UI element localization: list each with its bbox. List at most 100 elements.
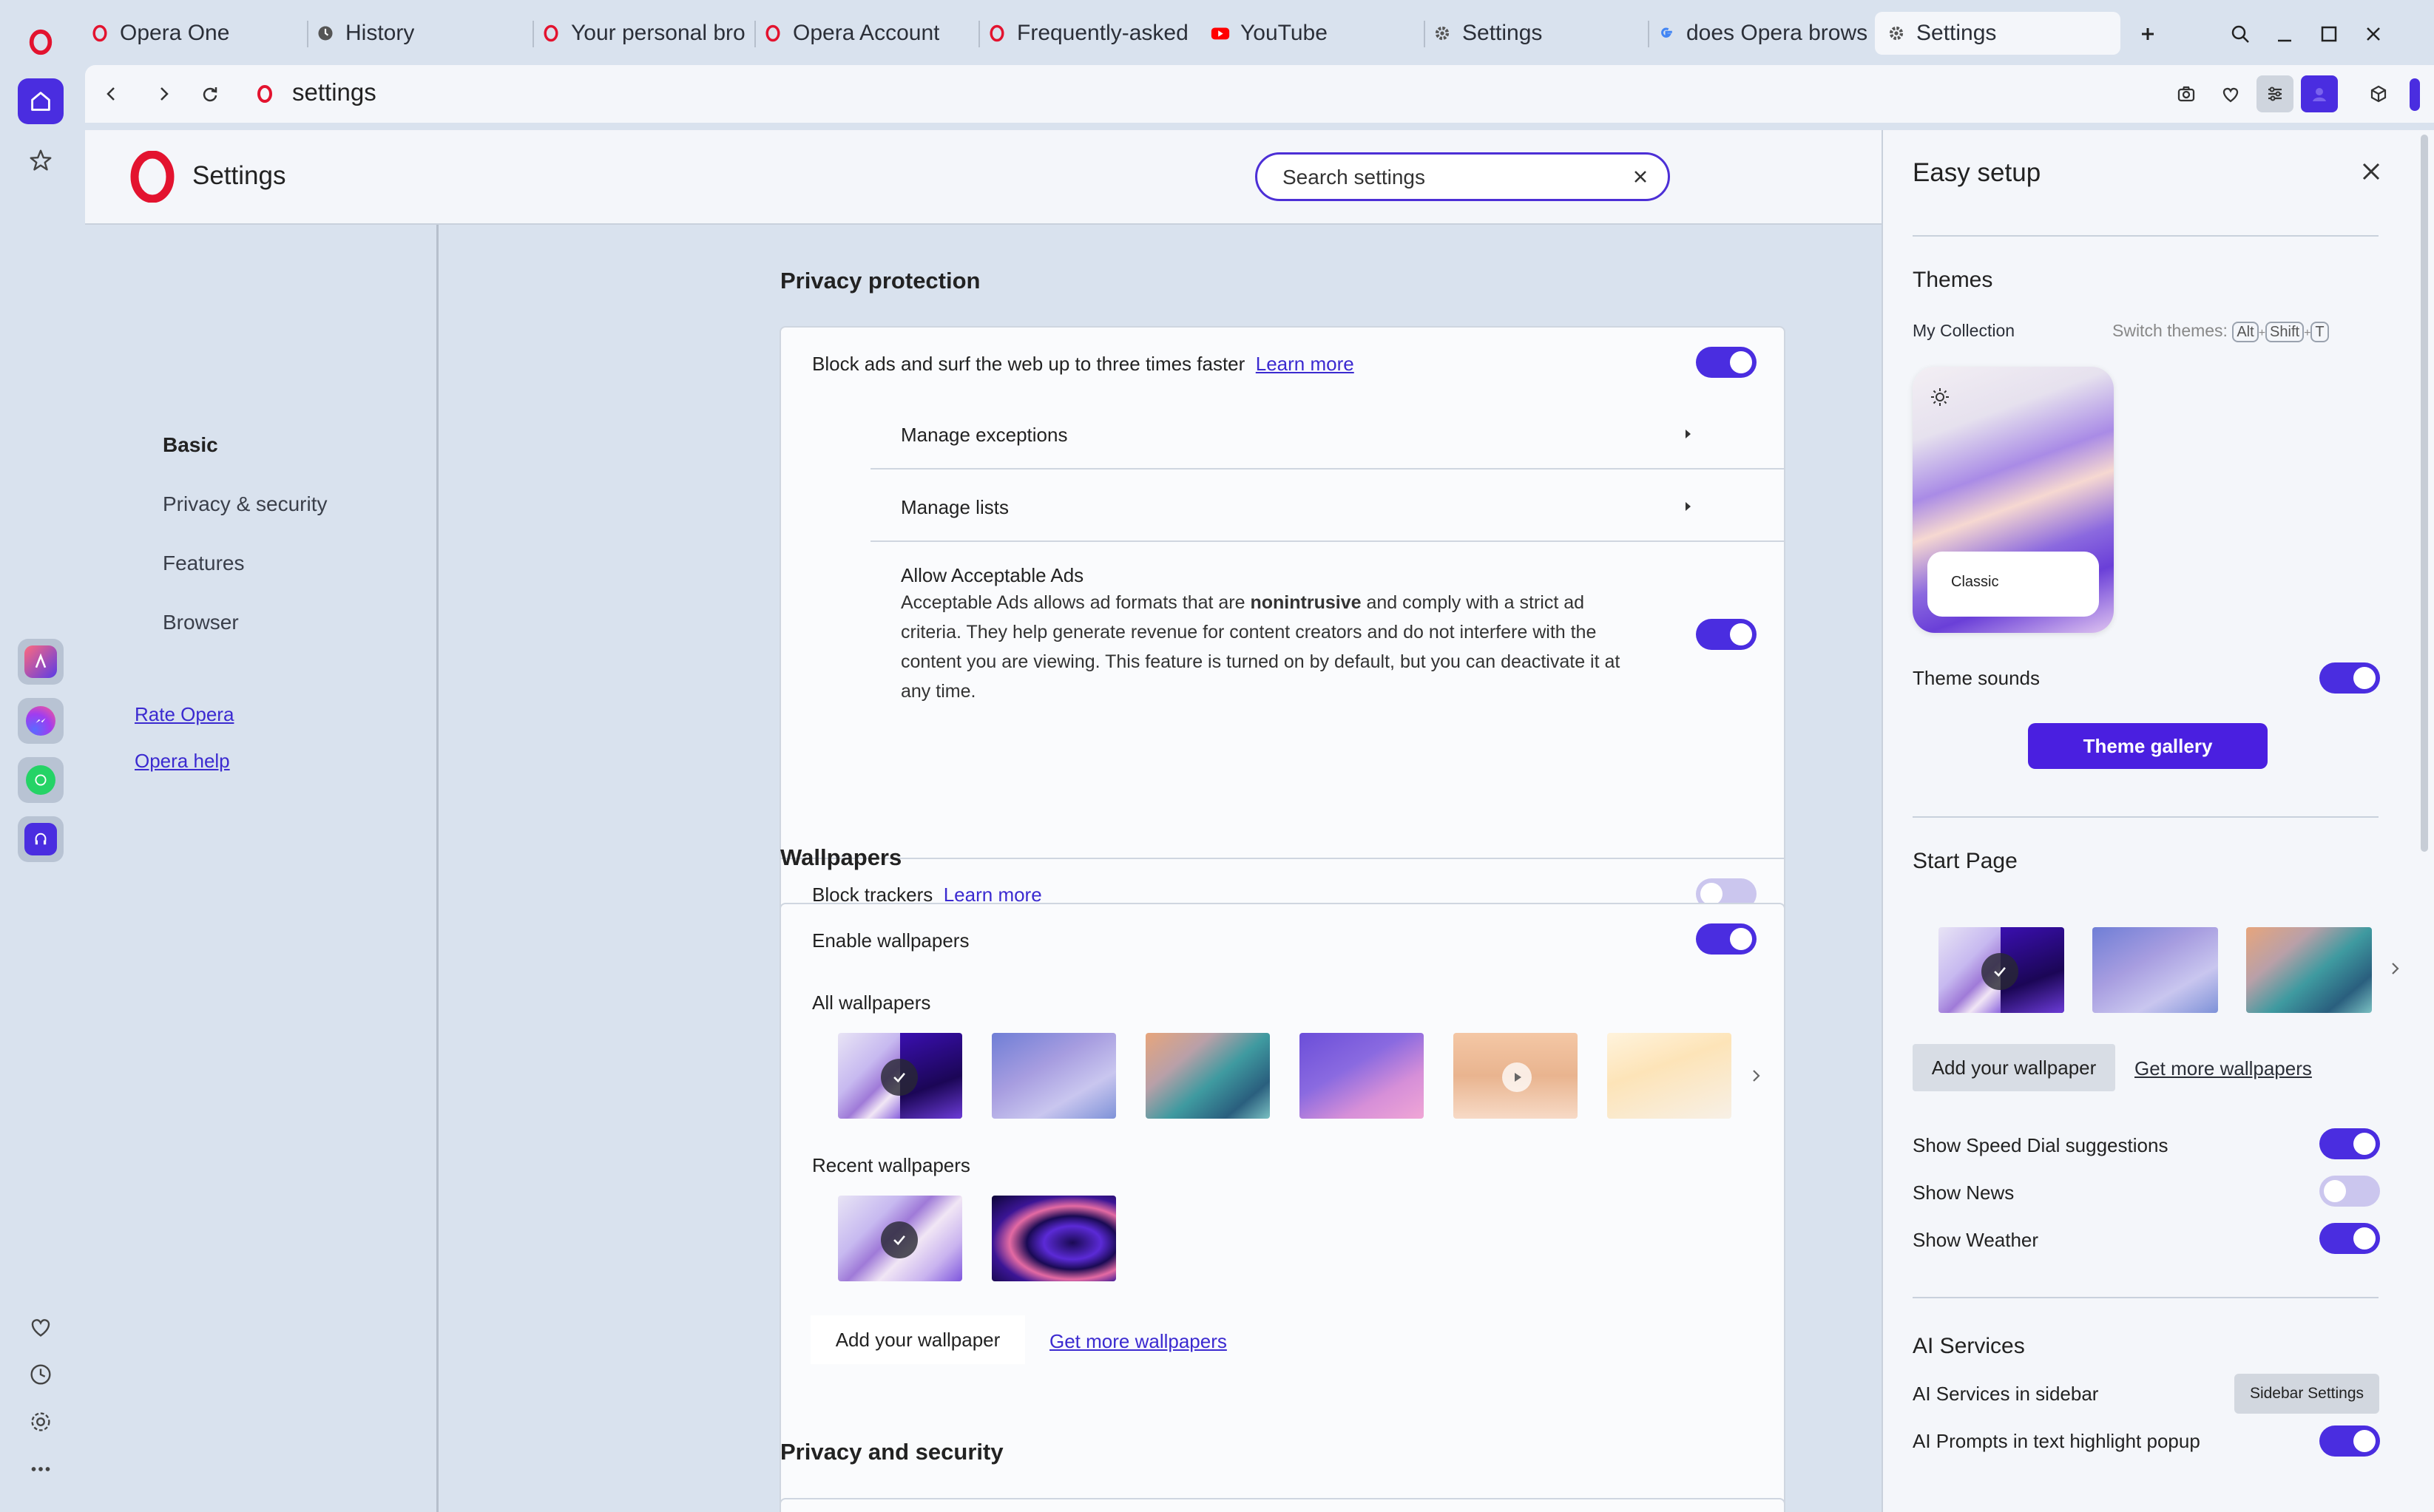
- extensions-cube-icon[interactable]: [2360, 75, 2397, 112]
- tab-opera-account[interactable]: Opera Account: [762, 12, 976, 55]
- get-more-wallpapers-link[interactable]: Get more wallpapers: [2134, 1057, 2312, 1080]
- key-t: T: [2310, 322, 2329, 342]
- block-ads-label: Block ads and surf the web up to three t…: [812, 353, 1245, 375]
- wallpaper-thumb[interactable]: [1146, 1033, 1270, 1119]
- privacy-protection-card: Block ads and surf the web up to three t…: [780, 326, 1785, 931]
- rate-opera-link[interactable]: Rate Opera: [135, 703, 234, 726]
- maximize-icon[interactable]: [2311, 16, 2347, 52]
- music-player-icon[interactable]: [18, 816, 64, 862]
- add-wallpaper-button[interactable]: Add your wallpaper: [811, 1315, 1025, 1364]
- ai-sidebar-label: AI Services in sidebar: [1913, 1383, 2099, 1405]
- tab-google-search[interactable]: does Opera brows: [1655, 12, 1870, 55]
- messenger-icon[interactable]: [18, 698, 64, 744]
- clear-search-icon[interactable]: [1629, 166, 1652, 188]
- snapshot-icon[interactable]: [2168, 75, 2205, 112]
- wallpaper-thumb[interactable]: [1299, 1033, 1424, 1119]
- tab-search-icon[interactable]: [2222, 16, 2258, 52]
- enable-wallpapers-toggle[interactable]: [1696, 923, 1757, 955]
- tab-faq[interactable]: Frequently-asked: [986, 12, 1200, 55]
- acceptable-ads-title: Allow Acceptable Ads: [901, 564, 1084, 586]
- chevron-right-icon[interactable]: [2386, 960, 2404, 977]
- new-tab-button[interactable]: [2130, 16, 2166, 52]
- privacy-security-card: [780, 1498, 1785, 1512]
- learn-more-link[interactable]: Learn more: [1256, 353, 1354, 375]
- tab-settings[interactable]: Settings: [1431, 12, 1646, 55]
- panel-scrollbar[interactable]: [2421, 135, 2428, 852]
- url-text[interactable]: settings: [292, 78, 376, 106]
- reload-button[interactable]: [192, 75, 229, 112]
- bookmark-heart-icon[interactable]: [2212, 75, 2249, 112]
- play-icon: [1502, 1062, 1532, 1092]
- acceptable-ads-toggle[interactable]: [1696, 619, 1757, 650]
- easy-setup-panel: Easy setup Themes My Collection Switch t…: [1882, 130, 2434, 1512]
- speed-dial-toggle[interactable]: [2319, 1128, 2380, 1159]
- ai-prompts-toggle[interactable]: [2319, 1425, 2380, 1457]
- aria-app-icon[interactable]: [18, 639, 64, 685]
- get-more-wallpapers-link[interactable]: Get more wallpapers: [1049, 1330, 1227, 1353]
- forward-button[interactable]: [146, 75, 183, 112]
- theme-sounds-toggle[interactable]: [2319, 662, 2380, 694]
- wallpaper-thumb[interactable]: [992, 1033, 1116, 1119]
- wallpaper-thumb[interactable]: [1453, 1033, 1578, 1119]
- star-icon[interactable]: [18, 138, 64, 183]
- easy-setup-icon[interactable]: [2256, 75, 2293, 112]
- opera-site-icon: [246, 75, 283, 112]
- chevron-right-icon[interactable]: [1679, 498, 1697, 515]
- tab-opera-one[interactable]: Opera One: [89, 12, 303, 55]
- tab-personal-browser[interactable]: Your personal bro: [540, 12, 754, 55]
- back-button[interactable]: [92, 75, 129, 112]
- search-settings-field[interactable]: [1255, 152, 1670, 201]
- ai-prompts-label: AI Prompts in text highlight popup: [1913, 1430, 2200, 1452]
- home-icon[interactable]: [18, 78, 64, 124]
- theme-card-classic[interactable]: Classic: [1913, 367, 2114, 633]
- key-shift: Shift: [2265, 322, 2305, 342]
- account-avatar-icon[interactable]: [2301, 75, 2338, 112]
- nav-features[interactable]: Features: [163, 552, 245, 575]
- show-news-toggle[interactable]: [2319, 1176, 2380, 1207]
- sidebar-settings-button[interactable]: Sidebar Settings: [2234, 1374, 2379, 1414]
- block-ads-toggle[interactable]: [1696, 347, 1757, 378]
- tab-settings-active[interactable]: Settings: [1875, 12, 2120, 55]
- tab-label: History: [345, 21, 415, 45]
- manage-exceptions-label[interactable]: Manage exceptions: [901, 424, 1067, 447]
- start-page-wallpaper-thumb[interactable]: [2092, 927, 2218, 1013]
- more-icon[interactable]: [18, 1446, 64, 1492]
- opera-help-link[interactable]: Opera help: [135, 750, 230, 773]
- tab-label: Opera One: [120, 21, 230, 45]
- start-page-wallpaper-thumb[interactable]: [1938, 927, 2064, 1013]
- history-icon[interactable]: [18, 1352, 64, 1397]
- theme-sounds-label: Theme sounds: [1913, 667, 2040, 689]
- tab-label: Settings: [1916, 21, 1997, 45]
- add-your-wallpaper-button[interactable]: Add your wallpaper: [1913, 1044, 2115, 1091]
- show-news-label: Show News: [1913, 1182, 2015, 1204]
- nav-basic[interactable]: Basic: [163, 433, 218, 457]
- tab-history[interactable]: History: [314, 12, 529, 55]
- close-window-icon[interactable]: [2356, 16, 2391, 52]
- enable-wallpapers-label: Enable wallpapers: [812, 929, 970, 952]
- settings-gear-icon[interactable]: [18, 1399, 64, 1445]
- chevron-right-icon[interactable]: [1679, 425, 1697, 443]
- nav-browser[interactable]: Browser: [163, 611, 239, 634]
- minimize-icon[interactable]: [2267, 16, 2302, 52]
- wallpaper-thumb[interactable]: [838, 1196, 962, 1281]
- wallpaper-thumb[interactable]: [1607, 1033, 1731, 1119]
- start-page-wallpaper-thumb[interactable]: [2246, 927, 2372, 1013]
- wallpaper-thumb[interactable]: [992, 1196, 1116, 1281]
- tab-strip: Opera One History Your personal bro Oper…: [78, 0, 2434, 65]
- whatsapp-icon[interactable]: [18, 757, 64, 803]
- show-weather-toggle[interactable]: [2319, 1223, 2380, 1254]
- settings-header: Settings: [85, 130, 1882, 225]
- theme-gallery-button[interactable]: Theme gallery: [2028, 723, 2268, 769]
- tab-youtube[interactable]: YouTube: [1209, 12, 1424, 55]
- close-icon[interactable]: [2356, 157, 2386, 186]
- sidebar-toggle-indicator[interactable]: [2410, 78, 2420, 111]
- opera-icon: [986, 22, 1008, 44]
- my-collection-label: My Collection: [1913, 321, 2015, 340]
- opera-menu-icon[interactable]: [18, 19, 64, 65]
- wallpaper-thumb[interactable]: [838, 1033, 962, 1119]
- chevron-right-icon[interactable]: [1747, 1067, 1765, 1085]
- heart-icon[interactable]: [18, 1304, 64, 1350]
- search-input[interactable]: [1282, 165, 1608, 190]
- manage-lists-label[interactable]: Manage lists: [901, 496, 1009, 519]
- nav-privacy-security[interactable]: Privacy & security: [163, 492, 328, 516]
